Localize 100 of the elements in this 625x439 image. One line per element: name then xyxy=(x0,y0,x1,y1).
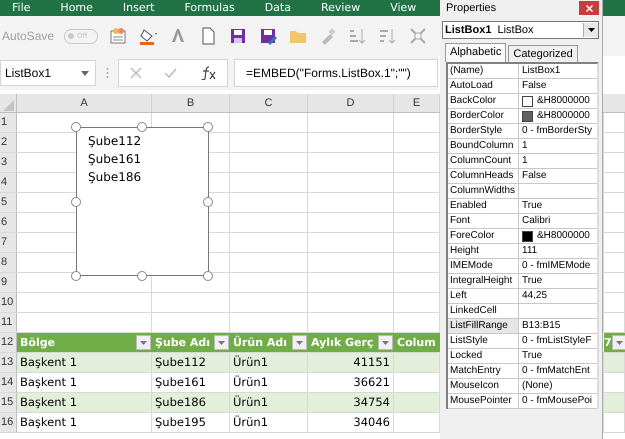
resize-handle[interactable] xyxy=(71,197,81,207)
property-name[interactable]: Height xyxy=(448,244,519,258)
property-value[interactable]: ListBox1 xyxy=(522,64,560,78)
row-number[interactable]: 9 xyxy=(0,273,17,292)
close-button[interactable] xyxy=(579,1,599,15)
row-number[interactable]: 4 xyxy=(0,173,17,192)
property-name[interactable]: ListFillRange xyxy=(448,319,519,333)
row-number[interactable]: 7 xyxy=(0,233,17,252)
row-number[interactable]: 16 xyxy=(0,413,17,432)
property-value[interactable]: 0 - fmListStyleF xyxy=(522,334,592,348)
property-value[interactable]: &H8000000 xyxy=(537,229,590,243)
resize-handle[interactable] xyxy=(203,122,213,132)
property-name[interactable]: MatchEntry xyxy=(448,364,519,378)
property-value[interactable]: True xyxy=(522,349,542,363)
property-value[interactable]: Calibri xyxy=(522,214,550,228)
filter-button[interactable] xyxy=(612,335,625,350)
row-number[interactable]: 13 xyxy=(0,353,17,372)
property-name[interactable]: AutoLoad xyxy=(448,79,519,93)
property-name[interactable]: BorderColor xyxy=(448,109,519,123)
property-value[interactable]: &H8000000 xyxy=(537,109,590,123)
list-box[interactable]: Şube112 Şube161 Şube186 xyxy=(76,127,209,276)
cancel-icon[interactable] xyxy=(130,67,142,79)
row-number[interactable]: 8 xyxy=(0,253,17,272)
property-name[interactable]: MouseIcon xyxy=(448,379,519,393)
list-item[interactable]: Şube112 xyxy=(88,132,208,150)
tab[interactable]: Alphabetic xyxy=(445,43,506,62)
property-value[interactable]: &H8000000 xyxy=(537,94,590,108)
row-number[interactable]: 2 xyxy=(0,133,17,152)
property-name[interactable]: Font xyxy=(448,214,519,228)
name-box[interactable]: ListBox1 xyxy=(0,60,96,86)
filter-button[interactable] xyxy=(378,335,393,350)
formula-field[interactable]: =EMBED("Forms.ListBox.1";"") xyxy=(234,59,438,87)
ribbon-tab[interactable]: Insert xyxy=(122,1,154,14)
ribbon-tab[interactable]: View xyxy=(390,1,416,14)
property-name[interactable]: ListStyle xyxy=(448,334,519,348)
ribbon-tab[interactable]: File xyxy=(12,1,30,14)
resize-handle[interactable] xyxy=(137,122,147,132)
row-number[interactable]: 6 xyxy=(0,213,17,232)
ribbon-tab[interactable]: Formulas xyxy=(184,1,235,14)
property-value[interactable]: 0 - fmIMEMode xyxy=(522,259,590,273)
sort-ascending-icon[interactable] xyxy=(348,26,368,46)
resize-handle[interactable] xyxy=(203,271,213,281)
ribbon-tab[interactable]: Review xyxy=(320,1,360,14)
property-value[interactable]: 0 - fmMousePoi xyxy=(522,394,592,408)
property-name[interactable]: BackColor xyxy=(448,94,519,108)
row-number[interactable]: 3 xyxy=(0,153,17,172)
property-value[interactable]: 44,25 xyxy=(522,289,548,303)
list-item[interactable]: Şube186 xyxy=(88,168,208,186)
resize-handle[interactable] xyxy=(137,271,147,281)
property-value[interactable]: 0 - fmMatchEnt xyxy=(522,364,590,378)
resize-handle[interactable] xyxy=(71,271,81,281)
property-value[interactable]: 111 xyxy=(522,244,538,258)
column-header[interactable]: C xyxy=(230,94,308,112)
save-as-icon[interactable] xyxy=(258,26,278,46)
property-name[interactable]: ColumnWidths xyxy=(448,184,519,198)
column-header[interactable]: D xyxy=(308,94,394,112)
property-name[interactable]: IMEMode xyxy=(448,259,519,273)
property-name[interactable]: (Name) xyxy=(448,64,519,78)
check-icon[interactable] xyxy=(164,67,178,79)
property-value[interactable]: True xyxy=(522,199,542,213)
row-number[interactable]: 15 xyxy=(0,393,17,412)
column-header[interactable]: B xyxy=(152,94,230,112)
property-name[interactable]: Enabled xyxy=(448,199,519,213)
property-value[interactable]: B13:B15 xyxy=(522,319,560,333)
clipboard-icon[interactable] xyxy=(108,26,128,46)
property-value[interactable]: False xyxy=(522,79,546,93)
row-number[interactable]: 11 xyxy=(0,313,17,332)
ribbon-tab[interactable]: Data xyxy=(264,1,291,14)
property-name[interactable]: ColumnHeads xyxy=(448,169,519,183)
row-number[interactable]: 10 xyxy=(0,293,17,312)
property-value[interactable]: 1 xyxy=(522,139,528,153)
row-number[interactable]: 1 xyxy=(0,113,17,132)
filter-button[interactable] xyxy=(214,335,229,350)
property-value[interactable]: (None) xyxy=(522,379,553,393)
tab[interactable]: Categorized xyxy=(508,45,578,62)
property-value[interactable]: False xyxy=(522,169,546,183)
resize-handle[interactable] xyxy=(203,197,213,207)
ribbon-tab[interactable]: Home xyxy=(60,1,93,14)
column-header[interactable]: A xyxy=(17,94,152,112)
row-number[interactable]: 12 xyxy=(0,333,17,352)
property-value[interactable]: 1 xyxy=(522,154,528,168)
expand-icon[interactable] xyxy=(408,26,428,46)
row-number[interactable]: 14 xyxy=(0,373,17,392)
property-name[interactable]: MousePointer xyxy=(448,394,519,408)
property-name[interactable]: Left xyxy=(448,289,519,303)
row-number[interactable]: 5 xyxy=(0,193,17,212)
filter-button[interactable] xyxy=(292,335,307,350)
property-name[interactable]: BoundColumn xyxy=(448,139,519,153)
property-name[interactable]: LinkedCell xyxy=(448,304,519,318)
object-dropdown[interactable]: ListBox1 ListBox xyxy=(442,21,599,39)
list-item[interactable]: Şube161 xyxy=(88,150,208,168)
property-name[interactable]: IntegralHeight xyxy=(448,274,519,288)
property-value[interactable]: True xyxy=(522,274,542,288)
property-name[interactable]: ColumnCount xyxy=(448,154,519,168)
property-name[interactable]: Locked xyxy=(448,349,519,363)
property-value[interactable]: 0 - fmBorderSty xyxy=(522,124,592,138)
sort-descending-icon[interactable] xyxy=(378,26,398,46)
function-icon[interactable] xyxy=(200,66,216,80)
resize-handle[interactable] xyxy=(71,122,81,132)
property-name[interactable]: BorderStyle xyxy=(448,124,519,138)
